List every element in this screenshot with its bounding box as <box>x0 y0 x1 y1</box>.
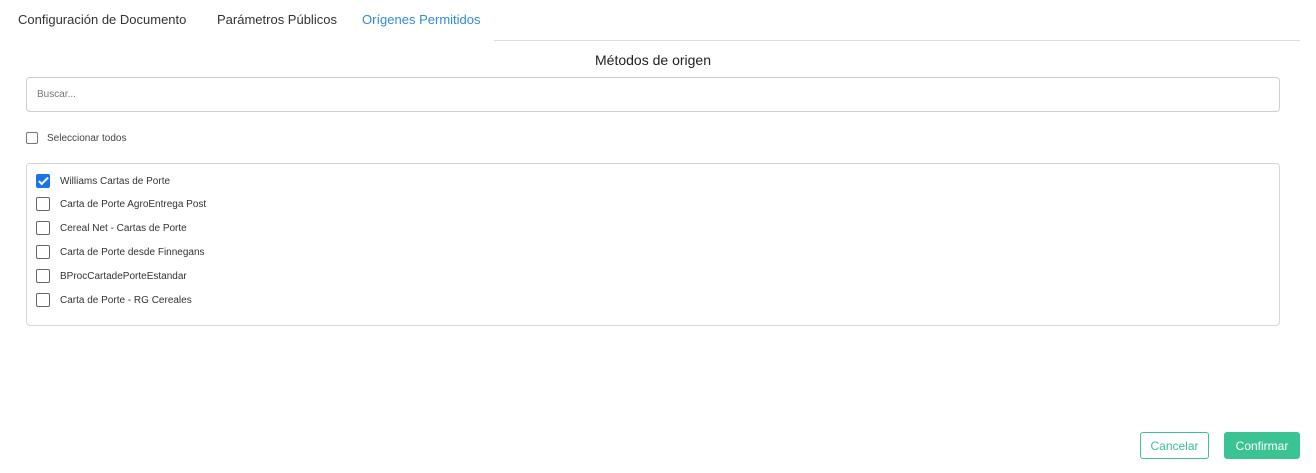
confirm-button[interactable]: Confirmar <box>1224 432 1300 459</box>
method-checkbox[interactable] <box>36 269 50 283</box>
allowed-origins-panel: Configuración de Documento Parámetros Pú… <box>0 0 1316 473</box>
method-label: Carta de Porte AgroEntrega Post <box>60 198 207 210</box>
tab-bar: Configuración de Documento Parámetros Pú… <box>0 0 1300 41</box>
method-checkbox[interactable] <box>36 221 50 235</box>
method-label: Carta de Porte desde Finnegans <box>60 246 205 258</box>
tab-bar-divider <box>494 40 1300 41</box>
section-title: Métodos de origen <box>595 52 711 68</box>
origin-methods-list: Williams Cartas de Porte Carta de Porte … <box>26 163 1280 326</box>
select-all-option[interactable]: Seleccionar todos <box>26 131 127 145</box>
list-item[interactable]: BProcCartadePorteEstandar <box>36 268 187 284</box>
list-item[interactable]: Cereal Net - Cartas de Porte <box>36 220 187 236</box>
select-all-label: Seleccionar todos <box>47 132 127 144</box>
search-input[interactable] <box>26 77 1280 112</box>
method-label: Carta de Porte - RG Cereales <box>60 294 192 306</box>
method-checkbox[interactable] <box>36 293 50 307</box>
list-item[interactable]: Williams Cartas de Porte <box>36 173 170 189</box>
list-item[interactable]: Carta de Porte desde Finnegans <box>36 244 205 260</box>
method-checkbox[interactable] <box>36 197 50 211</box>
method-label: Williams Cartas de Porte <box>60 175 171 187</box>
method-checkbox[interactable] <box>36 174 50 188</box>
tab-public-parameters[interactable]: Parámetros Públicos <box>217 12 337 27</box>
tab-document-configuration[interactable]: Configuración de Documento <box>18 12 186 27</box>
method-label: Cereal Net - Cartas de Porte <box>60 222 187 234</box>
list-item[interactable]: Carta de Porte AgroEntrega Post <box>36 196 206 212</box>
method-label: BProcCartadePorteEstandar <box>60 270 187 282</box>
list-item[interactable]: Carta de Porte - RG Cereales <box>36 292 192 308</box>
cancel-button[interactable]: Cancelar <box>1140 432 1209 459</box>
select-all-checkbox[interactable] <box>26 132 38 144</box>
tab-allowed-origins[interactable]: Orígenes Permitidos <box>362 12 481 27</box>
method-checkbox[interactable] <box>36 245 50 259</box>
